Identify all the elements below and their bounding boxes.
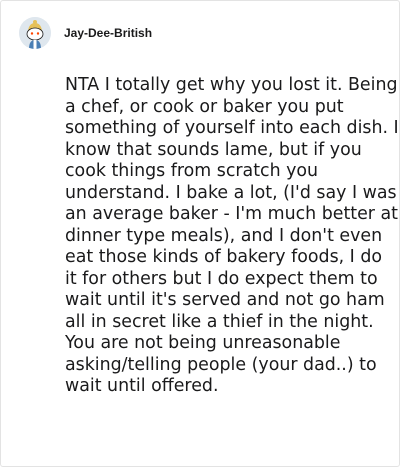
comment-card: Jay-Dee-British NTA I totally get why yo…: [0, 0, 400, 467]
comment-header: Jay-Dee-British: [19, 17, 152, 49]
reddit-snoo-avatar-icon: [19, 17, 51, 49]
username[interactable]: Jay-Dee-British: [64, 26, 152, 40]
user-avatar[interactable]: [19, 17, 51, 49]
comment-body: NTA I totally get why you lost it. Being…: [65, 75, 399, 396]
